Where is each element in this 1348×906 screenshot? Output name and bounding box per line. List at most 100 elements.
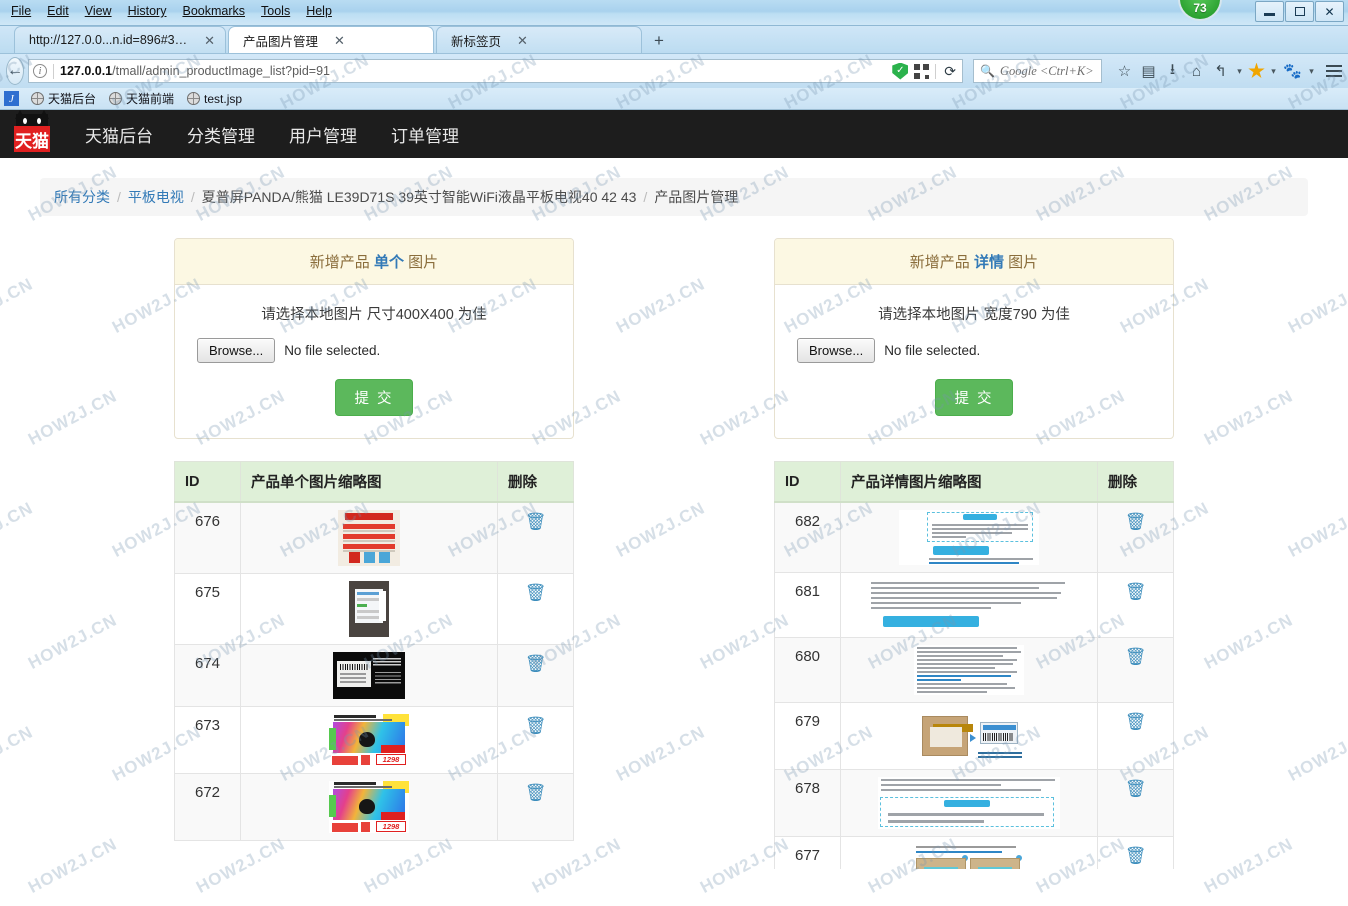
menu-tools-label: Tools bbox=[261, 4, 291, 18]
tab-1-active[interactable]: 产品图片管理 ✕ bbox=[228, 26, 434, 53]
security-shield-icon[interactable] bbox=[892, 62, 909, 80]
menu-history[interactable]: History bbox=[121, 2, 174, 21]
menu-edit[interactable]: Edit bbox=[40, 2, 76, 21]
menu-file[interactable]: File bbox=[4, 2, 38, 21]
table-row: 672 1298 🗑 bbox=[174, 773, 574, 841]
bookmark-star-icon[interactable] bbox=[1248, 62, 1265, 78]
breadcrumb-link-flat-tv[interactable]: 平板电视 bbox=[128, 187, 184, 207]
nav-item-user[interactable]: 用户管理 bbox=[272, 122, 374, 147]
browse-button-single[interactable]: Browse... bbox=[197, 338, 276, 363]
chevron-down-icon-1[interactable]: ▾ bbox=[1234, 66, 1245, 77]
upload-single-title: 新增产品 单个 图片 bbox=[175, 239, 573, 285]
detail-doc-680[interactable] bbox=[914, 645, 1024, 695]
cell-thumb-674 bbox=[240, 644, 498, 707]
chevron-down-icon-3[interactable]: ▾ bbox=[1306, 66, 1317, 77]
trash-icon[interactable]: 🗑 bbox=[1125, 583, 1147, 600]
detail-doc-678[interactable] bbox=[878, 777, 1060, 829]
menu-tools[interactable]: Tools bbox=[254, 2, 297, 21]
table-row: 675 🗑 bbox=[174, 573, 574, 645]
home-icon[interactable]: ⌂ bbox=[1186, 63, 1207, 80]
detail-doc-682[interactable] bbox=[899, 510, 1039, 565]
back-button[interactable]: ← bbox=[6, 57, 24, 85]
trash-icon[interactable]: 🗑 bbox=[525, 655, 547, 672]
warranty-card-thumb[interactable] bbox=[349, 581, 389, 637]
site-info-icon[interactable]: i bbox=[33, 64, 47, 78]
maximize-button[interactable] bbox=[1285, 1, 1314, 22]
bookmark-0[interactable]: 天猫后台 bbox=[26, 90, 101, 107]
trash-icon[interactable]: 🗑 bbox=[525, 717, 547, 734]
close-button[interactable]: ✕ bbox=[1315, 1, 1344, 22]
breadcrumb-current: 产品图片管理 bbox=[654, 189, 739, 205]
cell-id-672: 672 bbox=[174, 773, 241, 841]
trash-icon[interactable]: 🗑 bbox=[1125, 513, 1147, 530]
service-promo-thumb[interactable] bbox=[338, 510, 400, 566]
tab-1-label: 产品图片管理 bbox=[243, 34, 319, 49]
breadcrumb-link-all-categories[interactable]: 所有分类 bbox=[54, 187, 110, 207]
minimize-button[interactable] bbox=[1255, 1, 1284, 22]
cell-thumb-682 bbox=[840, 501, 1098, 573]
cell-delete-676: 🗑 bbox=[497, 501, 574, 574]
address-text: 127.0.0.1/tmall/admin_productImage_list?… bbox=[60, 64, 886, 78]
detail-carton-679[interactable] bbox=[914, 710, 1024, 762]
submit-button-single[interactable]: 提 交 bbox=[335, 379, 413, 416]
cell-id-682: 682 bbox=[774, 501, 841, 573]
detail-boxes-677[interactable] bbox=[910, 844, 1028, 869]
download-icon[interactable]: ⭳ bbox=[1162, 59, 1183, 84]
search-bar[interactable]: 🔍 Google <Ctrl+K> bbox=[973, 59, 1102, 83]
chevron-down-icon-2[interactable]: ▾ bbox=[1268, 66, 1279, 77]
cell-id-674: 674 bbox=[174, 644, 241, 707]
menu-icon[interactable] bbox=[1326, 65, 1342, 77]
search-placeholder: Google <Ctrl+K> bbox=[999, 63, 1094, 78]
star-icon[interactable]: ☆ bbox=[1114, 62, 1135, 80]
breadcrumb-container: 所有分类 / 平板电视 / 夏普屏PANDA/熊猫 LE39D71S 39英寸智… bbox=[0, 158, 1348, 216]
trash-icon[interactable]: 🗑 bbox=[1125, 847, 1147, 864]
menu-bookmarks[interactable]: Bookmarks bbox=[175, 2, 252, 21]
table-row: 679 🗑 bbox=[774, 702, 1174, 770]
upload-detail-title-highlight: 详情 bbox=[973, 254, 1004, 271]
tab-0[interactable]: http://127.0.0...n.id=896#3538 ✕ bbox=[14, 26, 226, 53]
browse-button-detail[interactable]: Browse... bbox=[797, 338, 876, 363]
trash-icon[interactable]: 🗑 bbox=[1125, 713, 1147, 730]
reader-icon[interactable]: ▤ bbox=[1138, 62, 1159, 80]
reload-icon[interactable]: ⟳ bbox=[944, 63, 956, 80]
tv-panda-thumb-2[interactable]: 1298 bbox=[329, 781, 409, 833]
trash-icon[interactable]: 🗑 bbox=[525, 513, 547, 530]
bookmark-2[interactable]: test.jsp bbox=[182, 92, 247, 106]
javascript-bookmark-icon[interactable]: J bbox=[4, 91, 19, 106]
tab-2[interactable]: 新标签页 ✕ bbox=[436, 26, 642, 53]
cell-delete-682: 🗑 bbox=[1097, 501, 1174, 573]
new-tab-button[interactable]: + bbox=[648, 29, 670, 53]
trash-icon[interactable]: 🗑 bbox=[525, 784, 547, 801]
tab-1-close-icon[interactable]: ✕ bbox=[334, 34, 345, 47]
cell-delete-677: 🗑 bbox=[1097, 836, 1174, 869]
detail-doc-681[interactable] bbox=[869, 580, 1069, 630]
tab-2-close-icon[interactable]: ✕ bbox=[517, 34, 528, 47]
globe-icon bbox=[31, 92, 44, 105]
menu-help[interactable]: Help bbox=[299, 2, 339, 21]
nav-item-order[interactable]: 订单管理 bbox=[374, 122, 476, 147]
table-row: 674 🗑 bbox=[174, 644, 574, 707]
tmall-logo-icon[interactable]: 天猫 bbox=[12, 110, 52, 154]
address-bar[interactable]: i 127.0.0.1/tmall/admin_productImage_lis… bbox=[28, 59, 963, 83]
submit-button-detail[interactable]: 提 交 bbox=[935, 379, 1013, 416]
black-label-thumb[interactable] bbox=[333, 652, 405, 699]
cell-delete-675: 🗑 bbox=[497, 573, 574, 645]
tv-panda-thumb[interactable]: 1298 bbox=[329, 714, 409, 766]
browser-window: File Edit View History Bookmarks Tools H… bbox=[0, 0, 1348, 906]
menu-bookmarks-label: Bookmarks bbox=[182, 4, 246, 18]
undo-icon[interactable]: ↰ bbox=[1210, 62, 1231, 80]
addon-icon[interactable]: 🐾 bbox=[1282, 62, 1303, 80]
trash-icon[interactable]: 🗑 bbox=[525, 584, 547, 601]
tab-0-close-icon[interactable]: ✕ bbox=[204, 34, 215, 47]
bookmark-1-label: 天猫前端 bbox=[126, 92, 175, 106]
qr-code-icon[interactable] bbox=[914, 63, 930, 79]
nav-item-category[interactable]: 分类管理 bbox=[170, 122, 272, 147]
th-delete-detail: 删除 bbox=[1097, 461, 1174, 503]
nav-item-backend[interactable]: 天猫后台 bbox=[68, 122, 170, 147]
trash-icon[interactable]: 🗑 bbox=[1125, 780, 1147, 797]
bookmark-1[interactable]: 天猫前端 bbox=[104, 90, 179, 107]
menu-view[interactable]: View bbox=[78, 2, 119, 21]
breadcrumb-separator-1: / bbox=[117, 189, 121, 205]
maximize-icon bbox=[1294, 7, 1305, 16]
trash-icon[interactable]: 🗑 bbox=[1125, 648, 1147, 665]
